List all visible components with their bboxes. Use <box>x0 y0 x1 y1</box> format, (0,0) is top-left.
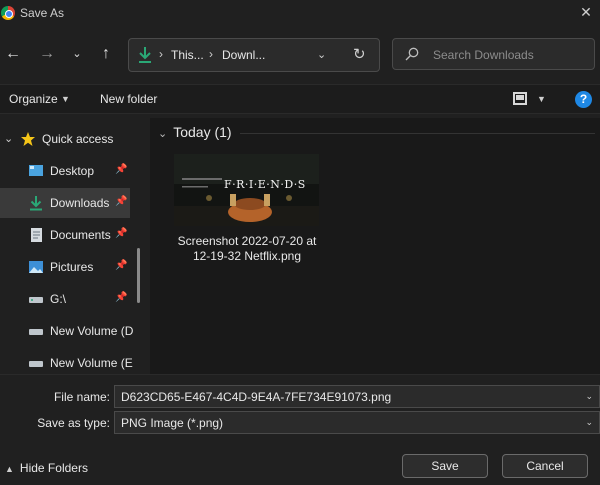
sidebar-item-label: Quick access <box>42 132 114 146</box>
file-name-field[interactable]: D623CD65-E467-4C4D-9E4A-7FE734E91073.png… <box>114 385 600 408</box>
group-divider <box>240 133 595 134</box>
caret-down-icon[interactable]: ▼ <box>61 94 70 104</box>
save-as-type-label: Save as type: <box>37 416 110 430</box>
up-arrow-icon[interactable]: ↑ <box>96 44 116 64</box>
sidebar-item-desktop[interactable]: Desktop 📌 <box>0 156 130 186</box>
pin-icon: 📌 <box>115 292 128 303</box>
breadcrumb-separator-icon: › <box>159 47 163 61</box>
search-input[interactable]: Search Downloads <box>392 38 595 70</box>
search-placeholder: Search Downloads <box>433 48 534 62</box>
pin-icon: 📌 <box>115 196 128 207</box>
organize-button[interactable]: Organize <box>9 92 58 106</box>
hide-folders-label: Hide Folders <box>19 461 88 475</box>
sidebar-item-quick-access[interactable]: ⌄ Quick access <box>0 124 130 154</box>
chevron-down-icon[interactable]: ⌄ <box>4 132 13 145</box>
drive-icon <box>29 297 43 303</box>
drive-icon <box>29 361 43 367</box>
recent-locations-chevron-icon[interactable]: ⌄ <box>67 44 87 64</box>
search-icon <box>405 47 419 61</box>
pictures-icon <box>29 261 43 273</box>
help-icon[interactable]: ? <box>575 91 592 108</box>
chrome-icon <box>1 6 15 20</box>
desktop-icon <box>29 165 43 176</box>
file-thumbnail: F·R·I·E·N·D·S <box>174 154 319 226</box>
chevron-down-icon[interactable]: ⌄ <box>317 48 326 61</box>
sidebar-item-pictures[interactable]: Pictures 📌 <box>0 252 130 282</box>
close-icon[interactable]: ✕ <box>576 2 596 22</box>
pin-icon: 📌 <box>115 228 128 239</box>
pin-icon: 📌 <box>115 260 128 271</box>
view-mode-icon[interactable] <box>513 92 527 105</box>
drive-icon <box>29 329 43 335</box>
save-options: File name: D623CD65-E467-4C4D-9E4A-7FE73… <box>0 374 600 485</box>
sidebar-item-label: Downloads <box>50 196 110 210</box>
navigation-pane: ⌄ Quick access Desktop 📌 Downloads 📌 Doc… <box>0 118 145 374</box>
window-title: Save As <box>20 6 65 20</box>
refresh-icon[interactable]: ↻ <box>353 45 366 63</box>
sidebar-scrollbar[interactable] <box>137 248 140 303</box>
hide-folders-toggle[interactable]: ▲ Hide Folders <box>5 461 88 475</box>
sidebar-item-documents[interactable]: Documents 📌 <box>0 220 130 250</box>
new-folder-button[interactable]: New folder <box>100 92 157 106</box>
breadcrumb-downloads[interactable]: Downl... <box>222 48 265 62</box>
address-bar[interactable]: › This... › Downl... ⌄ ↻ <box>128 38 380 72</box>
sidebar-item-label: Desktop <box>50 164 95 178</box>
pin-icon: 📌 <box>115 164 128 175</box>
file-name-label: File name: <box>53 390 110 404</box>
save-as-type-select[interactable]: PNG Image (*.png) ⌄ <box>114 411 600 434</box>
sidebar-item-downloads[interactable]: Downloads 📌 <box>0 188 130 218</box>
save-as-type-value: PNG Image (*.png) <box>121 416 224 430</box>
document-icon <box>31 228 42 242</box>
download-icon <box>30 196 42 211</box>
file-name-value: D623CD65-E467-4C4D-9E4A-7FE734E91073.png <box>121 390 392 404</box>
sidebar-item-label: New Volume (D <box>50 324 134 338</box>
sidebar-item-label: Pictures <box>50 260 94 274</box>
chevron-down-icon[interactable]: ⌄ <box>585 391 593 402</box>
back-arrow-icon[interactable]: ← <box>3 44 23 64</box>
breadcrumb-separator-icon: › <box>209 47 213 61</box>
chevron-down-icon: ⌄ <box>158 128 168 140</box>
sidebar-item-label: New Volume (E <box>50 356 133 370</box>
sidebar-item-label: G:\ <box>50 292 67 306</box>
sidebar-item-g-drive[interactable]: G:\ 📌 <box>0 284 130 314</box>
forward-arrow-icon[interactable]: → <box>37 44 57 64</box>
breadcrumb-this-pc[interactable]: This... <box>171 48 204 62</box>
download-icon <box>139 47 151 63</box>
chevron-down-icon[interactable]: ⌄ <box>585 417 593 428</box>
file-list-pane: ⌄ Today (1) F·R·I·E·N·D·S Screenshot 2022… <box>150 118 600 374</box>
file-item[interactable]: F·R·I·E·N·D·S Screenshot 2022-07-20 at 1… <box>172 152 322 272</box>
caret-up-icon: ▲ <box>5 464 14 474</box>
star-icon <box>21 132 35 146</box>
sidebar-item-new-volume-d[interactable]: New Volume (D <box>0 316 134 346</box>
file-name-label: Screenshot 2022-07-20 at 12-19-32 Netfli… <box>177 234 317 263</box>
thumbnail-text: F·R·I·E·N·D·S <box>224 178 306 191</box>
sidebar-item-new-volume-e[interactable]: New Volume (E <box>0 348 133 374</box>
cancel-button[interactable]: Cancel <box>502 454 588 478</box>
caret-down-icon[interactable]: ▼ <box>537 94 546 104</box>
save-button[interactable]: Save <box>402 454 488 478</box>
sidebar-item-label: Documents <box>50 228 111 242</box>
group-label: Today (1) <box>173 124 232 140</box>
command-bar: Organize ▼ New folder ▼ ? <box>0 84 600 114</box>
navigation-bar: ← → ⌄ ↑ › This... › Downl... ⌄ ↻ Search … <box>0 26 600 84</box>
group-header-today[interactable]: ⌄ Today (1) <box>158 124 232 140</box>
title-bar: Save As ✕ <box>0 0 600 26</box>
